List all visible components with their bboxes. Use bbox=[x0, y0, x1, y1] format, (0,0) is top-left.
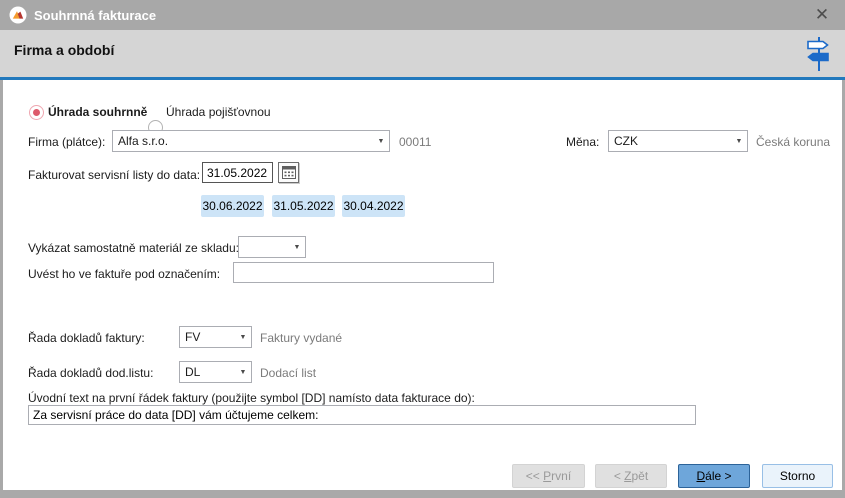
intro-line-input[interactable] bbox=[28, 405, 696, 425]
material-separately-label: Vykázat samostatně materiál ze skladu: bbox=[28, 241, 239, 255]
invoice-until-label: Fakturovat servisní listy do data: bbox=[28, 168, 200, 182]
firm-label: Firma (plátce): bbox=[28, 135, 105, 149]
delivery-series-label: Řada dokladů dod.listu: bbox=[28, 366, 153, 380]
material-separately-select[interactable]: ▼ bbox=[238, 236, 306, 258]
calendar-icon bbox=[282, 166, 296, 179]
cancel-button[interactable]: Storno bbox=[762, 464, 833, 488]
chevron-down-icon: ▼ bbox=[731, 138, 747, 145]
close-icon[interactable]: ✕ bbox=[809, 3, 835, 27]
radio-uhrada-souhrnne[interactable] bbox=[29, 105, 44, 120]
invoice-until-date-input[interactable] bbox=[202, 162, 273, 183]
delivery-series-description: Dodací list bbox=[260, 366, 316, 380]
calendar-button[interactable] bbox=[278, 162, 299, 183]
material-designation-label: Uvést ho ve faktuře pod označením: bbox=[28, 267, 220, 281]
firm-select-value: Alfa s.r.o. bbox=[113, 134, 373, 148]
invoice-series-description: Faktury vydané bbox=[260, 331, 342, 345]
window-title: Souhrnná fakturace bbox=[34, 8, 156, 23]
next-button[interactable]: Dále > bbox=[678, 464, 750, 488]
signpost-icon bbox=[805, 36, 831, 75]
firm-select[interactable]: Alfa s.r.o. ▼ bbox=[112, 130, 390, 152]
chevron-down-icon: ▼ bbox=[235, 334, 251, 341]
currency-label: Měna: bbox=[566, 135, 599, 149]
radio-uhrada-souhrnne-label[interactable]: Úhrada souhrnně bbox=[48, 105, 147, 119]
invoice-series-label: Řada dokladů faktury: bbox=[28, 331, 145, 345]
invoice-series-value: FV bbox=[180, 330, 235, 344]
chevron-down-icon: ▼ bbox=[235, 369, 251, 376]
firm-code: 00011 bbox=[399, 135, 431, 149]
first-button[interactable]: << První bbox=[512, 464, 585, 488]
intro-line-label: Úvodní text na první řádek faktury (použ… bbox=[28, 391, 475, 405]
back-button[interactable]: < Zpět bbox=[595, 464, 667, 488]
radio-uhrada-pojistovnou-label[interactable]: Úhrada pojišťovnou bbox=[166, 105, 271, 119]
date-chip[interactable]: 30.04.2022 bbox=[342, 195, 405, 217]
chevron-down-icon: ▼ bbox=[289, 244, 305, 251]
currency-select[interactable]: CZK ▼ bbox=[608, 130, 748, 152]
delivery-series-select[interactable]: DL ▼ bbox=[179, 361, 252, 383]
wizard-step-header: Firma a období bbox=[0, 30, 845, 77]
currency-select-value: CZK bbox=[609, 134, 731, 148]
invoice-series-select[interactable]: FV ▼ bbox=[179, 326, 252, 348]
dialog-window: Souhrnná fakturace ✕ Firma a období Úhra… bbox=[0, 0, 845, 498]
material-designation-input[interactable] bbox=[233, 262, 494, 283]
page-title: Firma a období bbox=[14, 42, 114, 58]
date-chip[interactable]: 31.05.2022 bbox=[272, 195, 335, 217]
app-logo-icon bbox=[9, 6, 27, 24]
delivery-series-value: DL bbox=[180, 365, 235, 379]
date-chip[interactable]: 30.06.2022 bbox=[201, 195, 264, 217]
chevron-down-icon: ▼ bbox=[373, 138, 389, 145]
currency-description: Česká koruna bbox=[756, 135, 830, 149]
title-bar: Souhrnná fakturace ✕ bbox=[0, 0, 845, 30]
